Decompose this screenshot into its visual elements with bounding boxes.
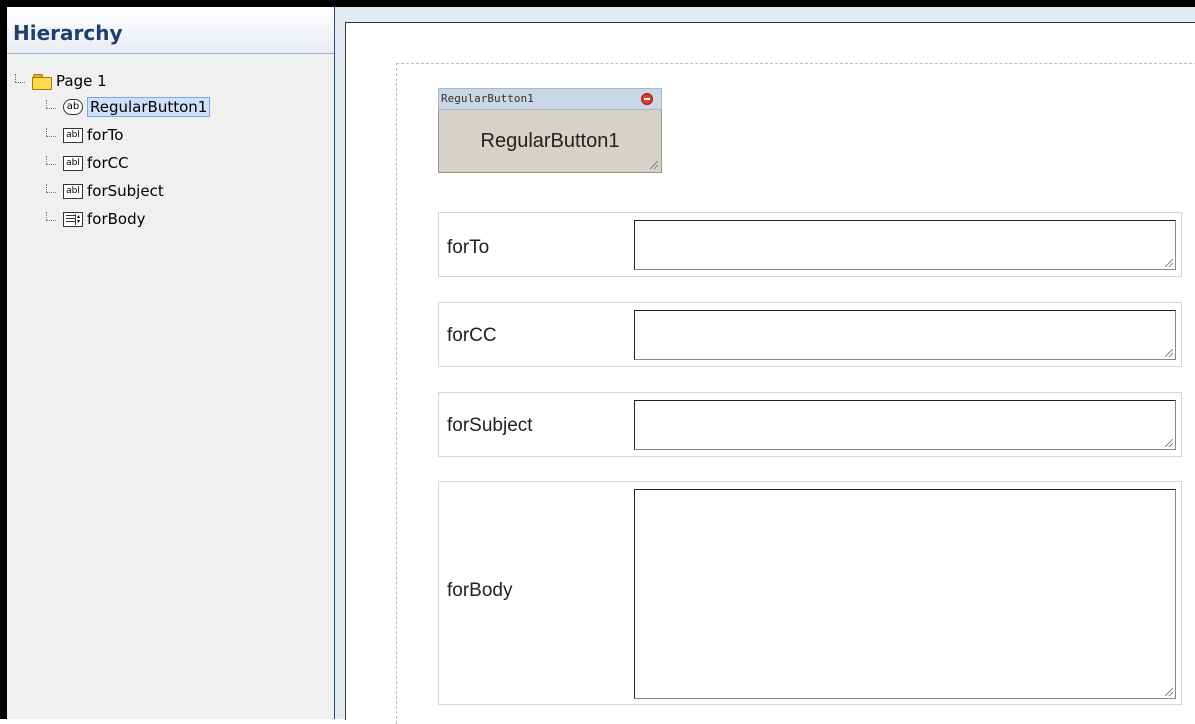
resize-grip-icon[interactable]: [1165, 349, 1173, 357]
tree-item-page-1[interactable]: Page 1: [12, 70, 107, 92]
textarea-icon: ▴ ▾: [63, 211, 83, 227]
remove-icon[interactable]: [641, 93, 653, 105]
tree-item-label: forBody: [87, 210, 146, 228]
textbox-icon: abl: [63, 155, 83, 171]
field-label: forTo: [447, 237, 490, 258]
hierarchy-panel: Hierarchy Page 1 ab RegularButton1 abl f…: [7, 7, 335, 719]
tree-item-forcc[interactable]: abl forCC: [43, 152, 129, 174]
forsubject-input[interactable]: [634, 400, 1176, 450]
field-row-forto: forTo: [438, 212, 1182, 277]
tree-connector: [12, 74, 28, 88]
field-label: forCC: [447, 325, 497, 346]
textbox-icon: abl: [63, 127, 83, 143]
design-canvas-area: RegularButton1 RegularButton1 forTo forC…: [335, 7, 1195, 724]
widget-title: RegularButton1: [441, 92, 534, 105]
field-label: forSubject: [447, 415, 533, 436]
field-row-forbody: forBody: [438, 481, 1182, 705]
tree-item-label: forTo: [87, 126, 124, 144]
forto-input[interactable]: [634, 220, 1176, 270]
hierarchy-title: Hierarchy: [7, 7, 334, 54]
button-icon: ab: [63, 99, 83, 115]
widget-titlebar[interactable]: RegularButton1: [438, 88, 662, 110]
tree-connector: [43, 128, 59, 142]
resize-grip-icon[interactable]: [1165, 688, 1173, 696]
window-frame-top: [0, 0, 1195, 7]
forbody-textarea[interactable]: [634, 489, 1176, 699]
tree-item-label: RegularButton1: [87, 97, 211, 117]
tree-item-label: forSubject: [87, 182, 164, 200]
tree-connector: [43, 100, 59, 114]
design-page: RegularButton1 RegularButton1 forTo forC…: [345, 22, 1195, 724]
forcc-input[interactable]: [634, 310, 1176, 360]
field-row-forsubject: forSubject: [438, 392, 1182, 457]
tree-item-regularbutton1[interactable]: ab RegularButton1: [43, 96, 211, 118]
textbox-icon: abl: [63, 183, 83, 199]
tree-item-forsubject[interactable]: abl forSubject: [43, 180, 164, 202]
button-label: RegularButton1: [480, 129, 620, 152]
tree-connector: [43, 184, 59, 198]
tree-item-label: Page 1: [56, 72, 107, 90]
tree-item-label: forCC: [87, 154, 129, 172]
resize-grip-icon[interactable]: [1165, 259, 1173, 267]
resize-grip-icon[interactable]: [650, 161, 658, 169]
tree-item-forto[interactable]: abl forTo: [43, 124, 123, 146]
regularbutton1-widget[interactable]: RegularButton1 RegularButton1: [438, 88, 662, 174]
tree-connector: [43, 212, 59, 226]
tree-connector: [43, 156, 59, 170]
resize-grip-icon[interactable]: [1165, 439, 1173, 447]
window-frame-left: [0, 0, 7, 719]
regularbutton1-button[interactable]: RegularButton1: [438, 110, 662, 173]
field-label: forBody: [447, 580, 513, 601]
folder-icon: [32, 73, 52, 90]
field-row-forcc: forCC: [438, 302, 1182, 367]
tree-item-forbody[interactable]: ▴ ▾ forBody: [43, 208, 146, 230]
